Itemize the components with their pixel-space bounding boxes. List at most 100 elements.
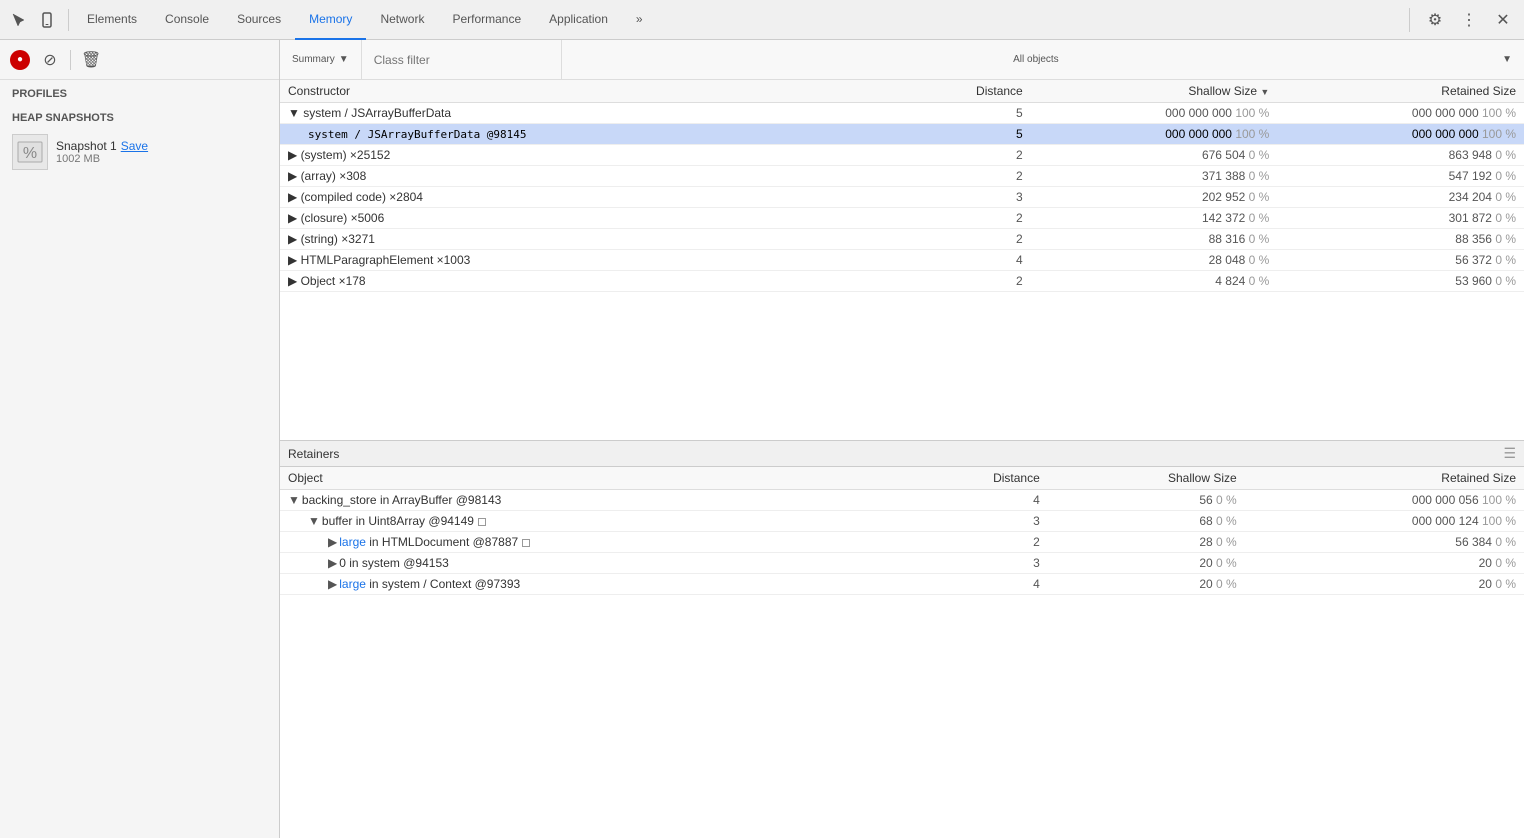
- table-row[interactable]: ▶ 0 in system @94153 3 20 0 % 20 0 %: [280, 553, 1524, 574]
- table-row[interactable]: ▶ (compiled code) ×2804 3 202 952 0 % 23…: [280, 187, 1524, 208]
- table-row[interactable]: ▶ (array) ×308 2 371 388 0 % 547 192 0 %: [280, 166, 1524, 187]
- link-text[interactable]: large: [339, 577, 366, 591]
- toolbar-divider: [70, 50, 71, 70]
- td-constructor: ▶ (closure) ×5006: [280, 208, 902, 229]
- td-distance: 3: [902, 511, 1048, 532]
- table-row[interactable]: ▶ (closure) ×5006 2 142 372 0 % 301 872 …: [280, 208, 1524, 229]
- td-retained: 547 192 0 %: [1277, 166, 1524, 187]
- table-row[interactable]: ▶ Object ×178 2 4 824 0 % 53 960 0 %: [280, 271, 1524, 292]
- cursor-icon[interactable]: [8, 9, 30, 31]
- td-retained: 000 000 124 100 %: [1245, 511, 1524, 532]
- collapse-icon[interactable]: ▼: [288, 493, 300, 507]
- td-distance: 2: [902, 271, 1031, 292]
- retainers-menu-icon[interactable]: ☰: [1503, 445, 1516, 462]
- table-row[interactable]: system / JSArrayBufferData @98145 5 000 …: [280, 124, 1524, 145]
- table-row[interactable]: ▶ (string) ×3271 2 88 316 0 % 88 356 0 %: [280, 229, 1524, 250]
- table-row[interactable]: ▶ large in HTMLDocument @87887 2 28 0 % …: [280, 532, 1524, 553]
- snapshot-item[interactable]: % Snapshot 1 Save 1002 MB: [0, 128, 279, 176]
- td-retained: 20 0 %: [1245, 553, 1524, 574]
- tab-console[interactable]: Console: [151, 0, 223, 40]
- td-distance: 2: [902, 229, 1031, 250]
- more-icon[interactable]: ⋮: [1456, 7, 1482, 33]
- td-retained: 56 372 0 %: [1277, 250, 1524, 271]
- snapshot-info: Snapshot 1 Save 1002 MB: [56, 139, 267, 165]
- td-shallow: 88 316 0 %: [1031, 229, 1278, 250]
- th-ret-distance: Distance: [902, 467, 1048, 490]
- sort-descending-icon: ▼: [1260, 87, 1269, 97]
- svg-text:%: %: [23, 145, 37, 162]
- th-shallow-size[interactable]: Shallow Size ▼: [1031, 80, 1278, 103]
- td-constructor: ▶ Object ×178: [280, 271, 902, 292]
- all-objects-dropdown[interactable]: All objects ▼: [562, 40, 1524, 79]
- td-object: ▶ large in system / Context @97393: [280, 574, 902, 595]
- td-distance: 2: [902, 145, 1031, 166]
- tab-performance[interactable]: Performance: [438, 0, 535, 40]
- td-constructor: ▶ (string) ×3271: [280, 229, 902, 250]
- tab-sources[interactable]: Sources: [223, 0, 295, 40]
- table-row[interactable]: ▼ backing_store in ArrayBuffer @98143 4 …: [280, 490, 1524, 511]
- snapshot-size: 1002 MB: [56, 153, 267, 165]
- settings-icon[interactable]: ⚙: [1422, 7, 1448, 33]
- close-icon[interactable]: ✕: [1490, 7, 1516, 33]
- td-shallow: 676 504 0 %: [1031, 145, 1278, 166]
- td-distance: 3: [902, 553, 1048, 574]
- record-button[interactable]: ●: [10, 50, 30, 70]
- td-retained: 20 0 %: [1245, 574, 1524, 595]
- td-shallow: 56 0 %: [1048, 490, 1245, 511]
- td-distance: 3: [902, 187, 1031, 208]
- td-object: ▶ 0 in system @94153: [280, 553, 902, 574]
- tab-more[interactable]: »: [622, 0, 657, 40]
- td-object: ▼ buffer in Uint8Array @94149: [280, 511, 902, 532]
- cell-plain-text: 0 in system @94153: [339, 556, 449, 570]
- td-constructor: ▶ (array) ×308: [280, 166, 902, 187]
- delete-button[interactable]: 🗑: [81, 50, 101, 70]
- table-row[interactable]: ▶ (system) ×25152 2 676 504 0 % 863 948 …: [280, 145, 1524, 166]
- class-filter-input[interactable]: [362, 40, 562, 79]
- expand-icon[interactable]: ▶: [328, 556, 337, 570]
- main-layout: ● ⊘ 🗑 Profiles HEAP SNAPSHOTS % Snapshot…: [0, 40, 1524, 838]
- collapse-icon[interactable]: ▼: [308, 514, 320, 528]
- expand-icon[interactable]: ▶: [328, 577, 337, 591]
- td-distance: 2: [902, 166, 1031, 187]
- table-row[interactable]: ▼ buffer in Uint8Array @94149 3 68 0 % 0…: [280, 511, 1524, 532]
- td-object: ▶ large in HTMLDocument @87887: [280, 532, 902, 553]
- cell-plain-text: in system / Context @97393: [366, 577, 520, 591]
- cell-plain-text: buffer in Uint8Array @94149: [322, 514, 474, 528]
- tab-application[interactable]: Application: [535, 0, 622, 40]
- td-constructor: ▶ HTMLParagraphElement ×1003: [280, 250, 902, 271]
- snapshot-name: Snapshot 1 Save: [56, 139, 267, 153]
- link-text[interactable]: large: [339, 535, 366, 549]
- td-shallow: 000 000 000 100 %: [1031, 124, 1278, 145]
- td-constructor: ▶ (system) ×25152: [280, 145, 902, 166]
- profiles-heading: Profiles: [0, 80, 279, 104]
- td-shallow: 4 824 0 %: [1031, 271, 1278, 292]
- table-row[interactable]: ▼ system / JSArrayBufferData 5 000 000 0…: [280, 103, 1524, 124]
- td-shallow: 68 0 %: [1048, 511, 1245, 532]
- table-row[interactable]: ▶ large in system / Context @97393 4 20 …: [280, 574, 1524, 595]
- summary-dropdown[interactable]: Summary ▼: [280, 40, 362, 79]
- td-retained: 234 204 0 %: [1277, 187, 1524, 208]
- td-constructor: system / JSArrayBufferData @98145: [280, 124, 902, 145]
- td-distance: 2: [902, 532, 1048, 553]
- square-icon: [522, 539, 530, 547]
- tab-network[interactable]: Network: [366, 0, 438, 40]
- snapshot-save-link[interactable]: Save: [121, 139, 148, 153]
- nav-icons-group: [8, 9, 69, 31]
- nav-divider: [1409, 8, 1410, 32]
- td-constructor: ▶ (compiled code) ×2804: [280, 187, 902, 208]
- expand-icon[interactable]: ▶: [328, 535, 337, 549]
- retainers-section-header: Retainers ☰: [280, 440, 1524, 467]
- th-constructor: Constructor: [280, 80, 902, 103]
- th-distance: Distance: [902, 80, 1031, 103]
- table-row[interactable]: ▶ HTMLParagraphElement ×1003 4 28 048 0 …: [280, 250, 1524, 271]
- tab-memory[interactable]: Memory: [295, 0, 366, 40]
- tab-elements[interactable]: Elements: [73, 0, 151, 40]
- devtools-navbar: Elements Console Sources Memory Network …: [0, 0, 1524, 40]
- td-shallow: 142 372 0 %: [1031, 208, 1278, 229]
- constructor-table: Constructor Distance Shallow Size ▼ Reta…: [280, 80, 1524, 292]
- mobile-icon[interactable]: [36, 9, 58, 31]
- nav-right-icons: ⚙ ⋮ ✕: [1405, 7, 1516, 33]
- td-distance: 4: [902, 490, 1048, 511]
- sidebar-toolbar: ● ⊘ 🗑: [0, 40, 279, 80]
- clear-button[interactable]: ⊘: [40, 50, 60, 70]
